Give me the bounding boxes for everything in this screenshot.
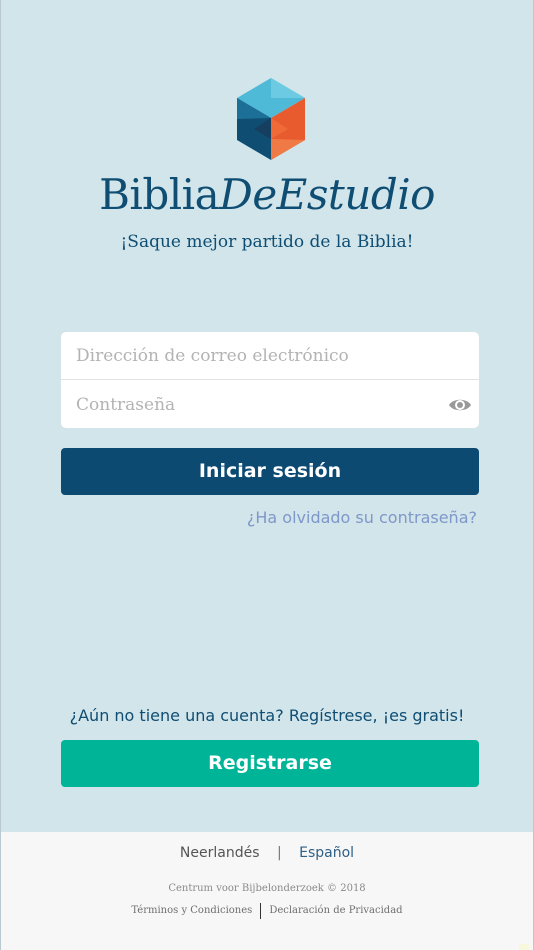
language-switcher: Neerlandés | Español — [1, 842, 533, 864]
login-button[interactable]: Iniciar sesión — [61, 448, 479, 495]
hexagon-cube-logo-icon — [237, 78, 305, 160]
register-button[interactable]: Registrarse — [61, 740, 479, 787]
brand-name: BibliaDeEstudio — [1, 166, 533, 224]
signup-prompt: ¿Aún no tiene una cuenta? Regístrese, ¡e… — [69, 706, 465, 725]
copyright-text: Centrum voor Bijbelonderzoek © 2018 — [168, 883, 366, 894]
corner-mark — [519, 944, 529, 950]
password-input[interactable] — [61, 381, 479, 429]
eye-icon[interactable] — [448, 394, 472, 416]
login-form — [61, 332, 479, 429]
login-screen: BibliaDeEstudio ¡Saque mejor partido de … — [0, 0, 534, 950]
brand-name-part2: DeEstudio — [219, 170, 435, 219]
legal-separator — [260, 902, 262, 919]
terms-link[interactable]: Términos y Condiciones — [131, 905, 252, 916]
privacy-link[interactable]: Declaración de Privacidad — [269, 905, 402, 916]
legal-links: Términos y Condiciones Declaración de Pri… — [1, 902, 533, 920]
language-separator: | — [276, 845, 282, 861]
login-panel: BibliaDeEstudio ¡Saque mejor partido de … — [1, 0, 533, 832]
forgot-password-link[interactable]: ¿Ha olvidado su contraseña? — [247, 505, 477, 531]
language-option-dutch[interactable]: Neerlandés — [180, 845, 260, 861]
tagline: ¡Saque mejor partido de la Biblia! — [120, 232, 414, 252]
email-input[interactable] — [61, 332, 479, 380]
language-option-spanish[interactable]: Español — [299, 845, 354, 861]
brand-name-part1: Biblia — [99, 170, 220, 219]
footer: Neerlandés | Español Centrum voor Bijbel… — [1, 832, 533, 950]
